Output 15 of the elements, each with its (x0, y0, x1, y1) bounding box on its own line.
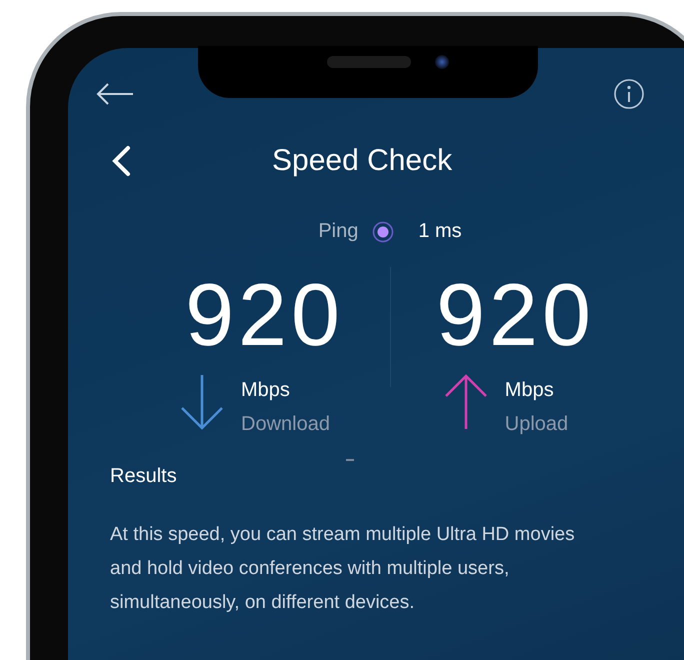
speed-unit: Mbps (504, 378, 555, 403)
screen-title: Speed Check (272, 144, 452, 178)
speed-unit: Mbps (241, 378, 291, 403)
results-heading: Results (110, 465, 178, 488)
info-icon[interactable] (613, 78, 645, 110)
speed-label: Download (241, 412, 330, 437)
ping-label: Ping (318, 220, 358, 243)
ping-indicator-icon (372, 220, 394, 242)
ping-value: 1 ms (418, 220, 462, 243)
speed-value: 920 (185, 267, 344, 363)
results-text: At this speed, you can stream multiple Ultra HD movies and hold video conferences with multiple users, simultaneously, on different devices. (110, 523, 576, 615)
speed-label: Upload (504, 412, 568, 437)
back-chevron-icon[interactable] (110, 145, 132, 177)
back-arrow-icon[interactable] (95, 82, 135, 106)
speed-value: 920 (436, 267, 595, 363)
